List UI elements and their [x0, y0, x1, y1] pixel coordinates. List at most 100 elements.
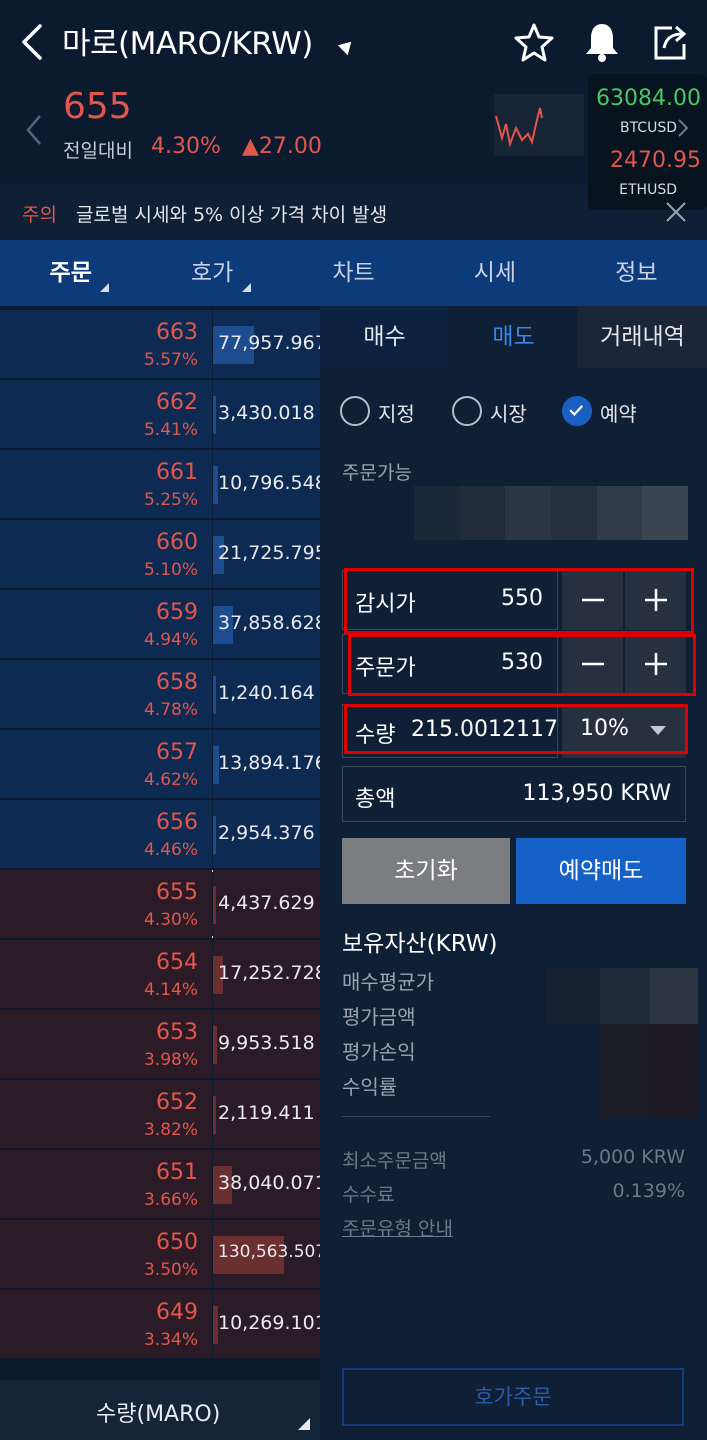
order-type-guide-link[interactable]: 주문유형 안내	[342, 1214, 453, 1241]
quantity-cell: 38,040.071	[213, 1150, 320, 1218]
row-quantity: 2,954.376	[218, 822, 315, 844]
header-bar: 마로(MARO/KRW)	[0, 0, 707, 84]
check-icon	[562, 396, 592, 426]
row-price: 660	[156, 530, 198, 555]
price-cell: 657 4.62%	[0, 730, 212, 798]
row-percent: 3.98%	[143, 1050, 198, 1070]
orderbook-order-button[interactable]: 호가주문	[342, 1368, 684, 1426]
orderbook-row[interactable]: 650 3.50% 130,563.507	[0, 1220, 320, 1288]
row-quantity: 17,252.728	[218, 962, 320, 984]
row-price: 652	[156, 1090, 198, 1115]
tab-sell[interactable]: 매도	[449, 306, 578, 368]
order-side-tabs: 매수 매도 거래내역	[320, 306, 707, 368]
row-percent: 4.30%	[143, 910, 198, 930]
assets-title: 보유자산(KRW)	[342, 931, 498, 957]
warning-tag: 주의	[22, 204, 57, 226]
tab-market[interactable]: 시세	[424, 240, 565, 306]
orderbook-row[interactable]: 662 5.41% 3,430.018	[0, 380, 320, 448]
row-quantity: 13,894.176	[218, 752, 320, 774]
chevron-left-icon[interactable]	[14, 20, 54, 64]
total-field[interactable]: 총액 113,950 KRW	[342, 766, 686, 822]
price-cell: 650 3.50%	[0, 1220, 212, 1288]
row-percent: 3.82%	[143, 1120, 198, 1140]
share-icon[interactable]	[648, 20, 692, 64]
quantity-cell: 17,252.728	[213, 940, 320, 1008]
tab-chart[interactable]: 차트	[283, 240, 424, 306]
info-label: 최소주문금액	[342, 1150, 447, 1172]
price-cell: 661 5.25%	[0, 450, 212, 518]
row-percent: 4.94%	[143, 630, 198, 650]
row-percent: 3.66%	[143, 1190, 198, 1210]
row-quantity: 38,040.071	[218, 1172, 320, 1194]
orderbook-row[interactable]: 654 4.14% 17,252.728	[0, 940, 320, 1008]
orderbook-row[interactable]: 660 5.10% 21,725.795	[0, 520, 320, 588]
row-price: 661	[156, 460, 198, 485]
price-cell: 656 4.46%	[0, 800, 212, 868]
row-quantity: 77,957.967	[218, 332, 320, 354]
highlight-box	[344, 568, 694, 634]
price-cell: 655 4.30%	[0, 870, 212, 938]
row-percent: 4.46%	[143, 840, 198, 860]
orderbook-row[interactable]: 658 4.78% 1,240.164	[0, 660, 320, 728]
orderbook-row[interactable]: 652 3.82% 2,119.411	[0, 1080, 320, 1148]
orderbook-row[interactable]: 649 3.34% 10,269.101	[0, 1290, 320, 1358]
asset-label: 평가손익	[342, 1040, 416, 1064]
info-label: 수수료	[342, 1184, 395, 1206]
quantity-unit-label: 수량(MARO)	[96, 1402, 221, 1427]
orderbook-row[interactable]: 656 4.46% 2,954.376	[0, 800, 320, 868]
row-quantity: 4,437.629	[218, 892, 315, 914]
current-price: 655	[63, 86, 132, 127]
quantity-cell: 4,437.629	[213, 870, 320, 938]
row-quantity: 3,430.018	[218, 402, 315, 424]
quantity-cell: 130,563.507	[213, 1220, 320, 1288]
row-quantity: 10,269.101	[218, 1312, 320, 1334]
highlight-box	[348, 634, 696, 696]
mini-price-chart[interactable]	[494, 94, 584, 156]
orderbook-row-current[interactable]: 655 4.30% 4,437.629	[0, 870, 320, 938]
title-dropdown-icon[interactable]	[337, 36, 357, 56]
reset-button[interactable]: 초기화	[342, 838, 510, 904]
row-price: 651	[156, 1160, 198, 1185]
warning-text: 글로벌 시세와 5% 이상 가격 차이 발생	[76, 204, 388, 226]
price-cell: 662 5.41%	[0, 380, 212, 448]
orderbook-row[interactable]: 657 4.62% 13,894.176	[0, 730, 320, 798]
tab-corner-icon	[241, 283, 251, 292]
page-title[interactable]: 마로(MARO/KRW)	[62, 18, 313, 63]
tab-orderbook[interactable]: 호가	[141, 240, 282, 306]
orderbook-row[interactable]: 659 4.94% 37,858.628	[0, 590, 320, 658]
row-price: 655	[156, 880, 198, 905]
price-cell: 658 4.78%	[0, 660, 212, 728]
row-price: 656	[156, 810, 198, 835]
orderbook-row[interactable]: 651 3.66% 38,040.071	[0, 1150, 320, 1218]
price-cell: 660 5.10%	[0, 520, 212, 588]
tab-info[interactable]: 정보	[566, 240, 707, 306]
orderbook-row[interactable]: 653 3.98% 9,953.518	[0, 1010, 320, 1078]
orderbook-list[interactable]: 663 5.57% 77,957.967 662 5.41% 3,430.018 661 5.…	[0, 306, 320, 1380]
tab-corner-icon	[100, 283, 110, 292]
row-quantity: 37,858.628	[218, 612, 320, 634]
bell-icon[interactable]	[580, 20, 624, 64]
tab-history[interactable]: 거래내역	[578, 306, 707, 368]
row-percent: 5.57%	[143, 350, 198, 370]
reserve-sell-button[interactable]: 예약매도	[516, 838, 686, 904]
quantity-cell: 2,119.411	[213, 1080, 320, 1148]
radio-label: 예약	[600, 402, 637, 426]
orderbook-row[interactable]: 661 5.25% 10,796.548	[0, 450, 320, 518]
quantity-cell: 77,957.967	[213, 310, 320, 378]
chevron-right-icon[interactable]	[677, 118, 689, 138]
change-amount: ▲27.00	[242, 134, 322, 159]
quantity-cell: 3,430.018	[213, 380, 320, 448]
global-ticker-panel[interactable]: 63084.00 BTCUSD 2470.95 ETHUSD	[588, 74, 707, 210]
info-value: 5,000 KRW	[580, 1146, 685, 1168]
orderbook-row[interactable]: 663 5.57% 77,957.967	[0, 310, 320, 378]
row-quantity: 9,953.518	[218, 1032, 315, 1054]
volume-bar	[213, 396, 216, 434]
close-icon[interactable]	[664, 200, 688, 224]
prev-coin-icon[interactable]	[22, 112, 46, 148]
field-value: 113,950 KRW	[522, 781, 671, 806]
orderbook-footer[interactable]: 수량(MARO)	[0, 1380, 320, 1440]
row-price: 654	[156, 950, 198, 975]
tab-buy[interactable]: 매수	[320, 306, 449, 368]
star-icon[interactable]	[512, 20, 556, 64]
tab-order[interactable]: 주문	[0, 240, 141, 306]
